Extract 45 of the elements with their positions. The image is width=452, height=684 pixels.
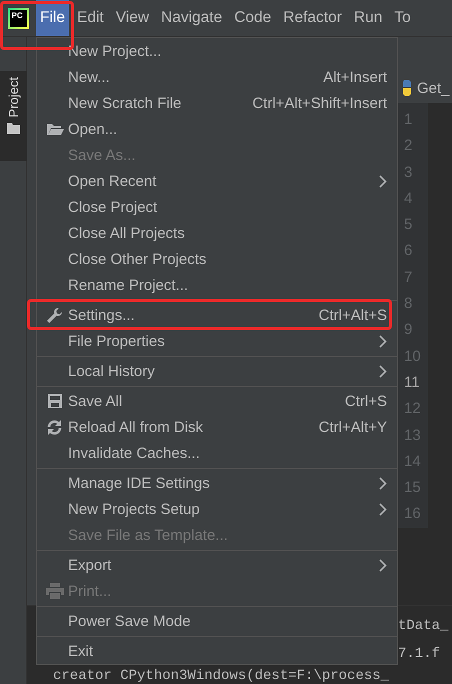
menu-item[interactable]: Open Recent xyxy=(37,168,397,194)
menu-item[interactable]: Local History xyxy=(37,358,397,384)
project-tab[interactable]: Project xyxy=(0,71,27,161)
menu-item[interactable]: Close Project xyxy=(37,194,397,220)
shortcut-text: Ctrl+Alt+S xyxy=(318,306,387,324)
shortcut-text: Ctrl+Alt+Shift+Insert xyxy=(252,94,387,112)
menu-item[interactable]: Rename Project... xyxy=(37,272,397,298)
folder-icon xyxy=(7,123,20,134)
menu-item[interactable]: Open... xyxy=(37,116,397,142)
menu-item[interactable]: Invalidate Caches... xyxy=(37,440,397,466)
menu-item[interactable]: New Scratch File Ctrl+Alt+Shift+Insert xyxy=(37,90,397,116)
menu-title[interactable]: Edit xyxy=(72,0,108,36)
console-line: tData_ xyxy=(398,617,450,636)
printer-icon xyxy=(46,583,64,599)
menu-item[interactable]: Manage IDE Settings xyxy=(37,470,397,496)
menu-title[interactable]: File xyxy=(36,0,69,36)
menu-item[interactable]: Settings... Ctrl+Alt+S xyxy=(37,302,397,328)
wrench-icon xyxy=(46,306,63,324)
menu-item[interactable]: New... Alt+Insert xyxy=(37,64,397,90)
menu-item[interactable]: File Properties xyxy=(37,328,397,354)
menu-title[interactable]: Refactor xyxy=(279,0,346,36)
menu-title[interactable]: Code xyxy=(230,0,276,36)
menu-item[interactable]: New Projects Setup xyxy=(37,496,397,522)
shortcut-text: Ctrl+S xyxy=(344,392,387,410)
console-line: creator CPython3Windows(dest=F:\process_ xyxy=(53,668,390,684)
menu-title[interactable]: Navigate xyxy=(157,0,226,36)
app-logo[interactable]: PC xyxy=(8,8,28,28)
shortcut-text: Ctrl+Alt+Y xyxy=(318,418,387,436)
console-line: 7.1.f xyxy=(398,645,442,664)
menu-item[interactable]: Close Other Projects xyxy=(37,246,397,272)
menu-item[interactable]: Power Save Mode xyxy=(37,608,397,634)
menu-item[interactable]: Exit xyxy=(37,638,397,664)
menu-item[interactable]: Export xyxy=(37,552,397,578)
menu-item[interactable]: Reload All from Disk Ctrl+Alt+Y xyxy=(37,414,397,440)
save-icon xyxy=(46,393,62,409)
reload-icon xyxy=(46,418,63,436)
menu-title[interactable]: Run xyxy=(350,0,386,36)
menu-item[interactable]: Close All Projects xyxy=(37,220,397,246)
folder-icon xyxy=(46,122,64,136)
menu-title[interactable]: View xyxy=(112,0,154,36)
menu-title[interactable]: To xyxy=(390,0,415,36)
shortcut-text: Alt+Insert xyxy=(323,68,387,86)
menu-item[interactable]: Save All Ctrl+S xyxy=(37,388,397,414)
python-file-icon xyxy=(400,80,414,96)
line-number: 11 xyxy=(403,372,421,393)
